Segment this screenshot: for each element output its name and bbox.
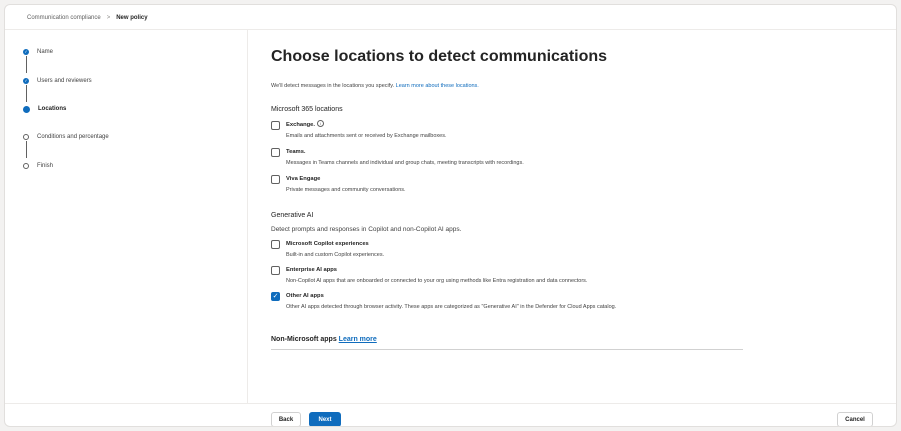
enterprise-ai-checkbox[interactable] — [271, 266, 280, 275]
copilot-experiences-checkbox[interactable] — [271, 240, 280, 249]
empty-circle-icon — [23, 134, 29, 140]
other-ai-label: Other AI apps — [286, 293, 324, 299]
intro-text: We'll detect messages in the locations y… — [271, 83, 479, 89]
next-button[interactable]: Next — [309, 412, 341, 426]
exchange-label: Exchange. — [286, 122, 315, 128]
step-connector — [26, 141, 27, 158]
non-microsoft-learn-more-link[interactable]: Learn more — [339, 336, 377, 343]
copilot-experiences-description: Built-in and custom Copilot experiences. — [286, 252, 385, 258]
step-label: Locations — [38, 106, 67, 112]
step-finish[interactable]: Finish — [23, 162, 53, 170]
step-connector — [26, 56, 27, 73]
step-connector — [26, 85, 27, 102]
generative-ai-heading: Generative AI — [271, 212, 314, 219]
check-circle-icon: ✓ — [23, 49, 29, 55]
learn-more-locations-link[interactable]: Learn more about these locations. — [396, 83, 479, 89]
viva-engage-checkbox[interactable] — [271, 175, 280, 184]
check-circle-icon: ✓ — [23, 78, 29, 84]
checkmark-icon: ✓ — [272, 293, 279, 300]
step-name[interactable]: ✓ Name — [23, 48, 53, 56]
m365-locations-heading: Microsoft 365 locations — [271, 106, 343, 113]
viva-engage-label: Viva Engage — [286, 176, 321, 182]
step-label: Finish — [37, 163, 54, 169]
step-label: Conditions and percentage — [37, 134, 109, 140]
step-label: Users and reviewers — [37, 78, 92, 84]
copilot-experiences-label: Microsoft Copilot experiences — [286, 241, 369, 247]
teams-checkbox[interactable] — [271, 148, 280, 157]
other-ai-checkbox[interactable]: ✓ — [271, 292, 280, 301]
step-users-and-reviewers[interactable]: ✓ Users and reviewers — [23, 77, 92, 85]
cancel-button[interactable]: Cancel — [837, 412, 873, 426]
breadcrumb-parent-link[interactable]: Communication compliance — [27, 14, 101, 22]
teams-label: Teams. — [286, 149, 306, 155]
empty-circle-icon — [23, 163, 29, 169]
enterprise-ai-description: Non-Copilot AI apps that are onboarded o… — [286, 278, 588, 284]
enterprise-ai-label: Enterprise AI apps — [286, 267, 338, 273]
breadcrumb-separator: > — [106, 15, 111, 21]
non-microsoft-apps-label: Non-Microsoft apps — [271, 336, 339, 343]
breadcrumb: Communication compliance > New policy — [27, 14, 148, 22]
breadcrumb-current: New policy — [116, 15, 148, 21]
page-title: Choose locations to detect communication… — [271, 48, 608, 65]
back-button[interactable]: Back — [271, 412, 301, 426]
step-locations[interactable]: Locations — [23, 105, 66, 113]
exchange-description: Emails and attachments sent or received … — [286, 133, 447, 139]
exchange-checkbox[interactable] — [271, 121, 280, 130]
generative-ai-description: Detect prompts and responses in Copilot … — [271, 226, 462, 233]
info-icon[interactable]: i — [317, 120, 324, 127]
sidebar-divider — [247, 29, 248, 403]
other-ai-description: Other AI apps detected through browser a… — [286, 304, 617, 310]
header-divider — [5, 29, 896, 30]
step-conditions-and-percentage[interactable]: Conditions and percentage — [23, 133, 109, 141]
non-microsoft-apps-section[interactable]: Non-Microsoft apps Learn more — [271, 336, 377, 343]
footer-divider — [5, 403, 896, 404]
intro-label: We'll detect messages in the locations y… — [271, 83, 396, 89]
section-divider — [271, 349, 743, 350]
teams-description: Messages in Teams channels and individua… — [286, 160, 524, 166]
step-label: Name — [37, 49, 54, 55]
current-step-icon — [23, 105, 30, 113]
viva-engage-description: Private messages and community conversat… — [286, 187, 406, 193]
wizard-panel: Communication compliance > New policy ✓ … — [4, 4, 897, 427]
